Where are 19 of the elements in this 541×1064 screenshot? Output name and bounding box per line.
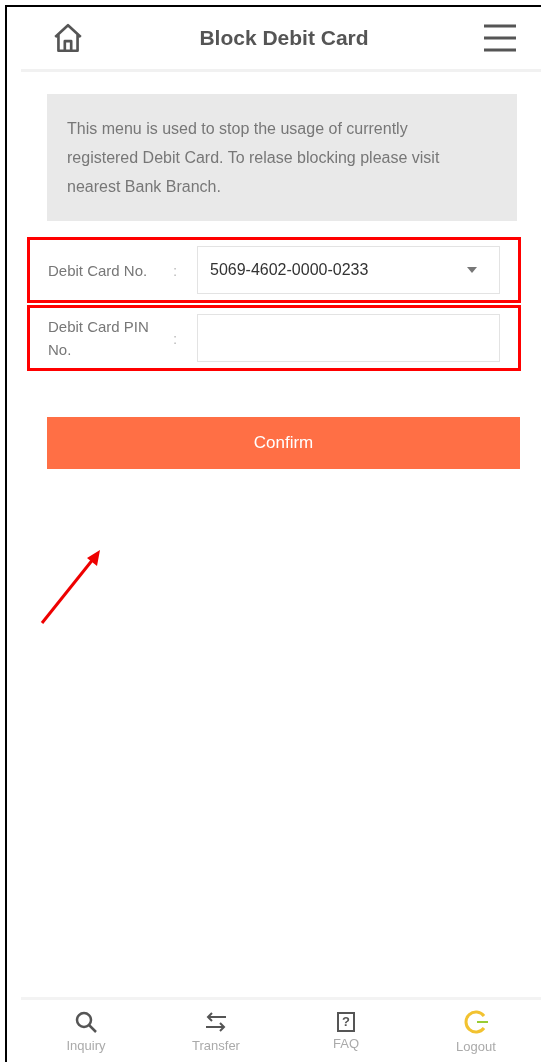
card-select[interactable]: 5069-4602-0000-0233 — [197, 246, 500, 294]
page-title: Block Debit Card — [199, 26, 369, 50]
search-icon — [74, 1009, 98, 1034]
faq-icon: ? — [337, 1011, 355, 1032]
info-notice: This menu is used to stop the usage of currently registered Debit Card. To relase blocking please visit nearest Bank Branch. — [47, 94, 517, 221]
confirm-button[interactable]: Confirm — [47, 417, 520, 469]
power-icon — [463, 1008, 489, 1035]
field-separator: : — [173, 329, 179, 347]
pin-input-field[interactable] — [197, 314, 500, 362]
field-label: Debit Card No. — [48, 260, 149, 281]
menu-icon[interactable] — [483, 23, 517, 53]
nav-tab[interactable]: Logout — [426, 1000, 526, 1062]
nav-tab[interactable]: ? FAQ — [296, 1000, 396, 1062]
field-label: Debit Card PIN No. — [48, 317, 150, 360]
field-separator: : — [173, 261, 179, 279]
nav-tab[interactable]: Inquiry — [36, 1000, 136, 1062]
transfer-arrows-icon — [204, 1009, 228, 1034]
dropdown-caret-icon — [467, 267, 477, 273]
nav-tab[interactable]: Transfer — [166, 1000, 266, 1062]
